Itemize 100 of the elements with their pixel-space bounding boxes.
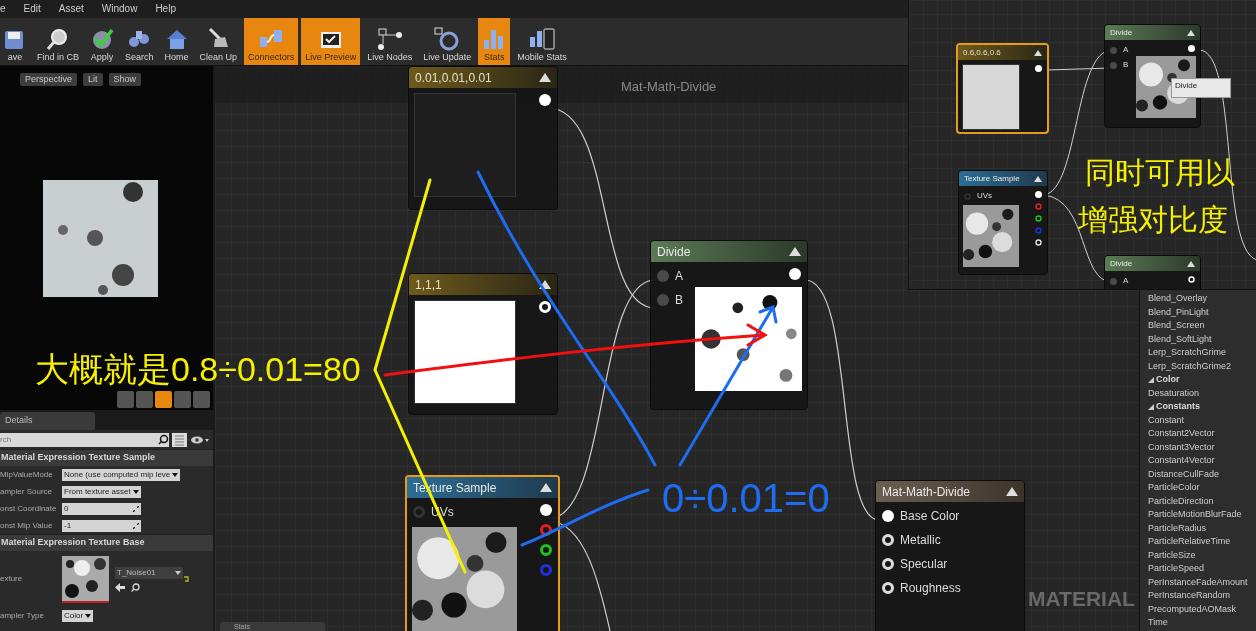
palette-item[interactable]: ParticleRadius [1148, 521, 1256, 535]
viewport-button[interactable]: Lit [83, 73, 103, 86]
input-pin-icon[interactable] [1109, 276, 1118, 286]
list-view-icon[interactable] [172, 432, 187, 447]
palette-item[interactable]: ParticleSpeed [1148, 562, 1256, 576]
property-label: ampler Type [0, 609, 45, 622]
node-header: 1,1,1 [409, 274, 557, 295]
toolbar-button[interactable]: Find in CB [33, 18, 84, 65]
material-node[interactable]: Divide A [1104, 255, 1201, 289]
palette-item[interactable]: ParticleMotionBlurFade [1148, 508, 1256, 522]
section-header: Material Expression Texture Base [0, 534, 213, 551]
output-pin-icon[interactable] [1034, 64, 1043, 73]
output-pin-icon[interactable] [538, 93, 552, 107]
collapse-arrow-icon[interactable] [789, 247, 801, 256]
input-pin-icon[interactable] [881, 509, 895, 523]
palette-item[interactable]: Constant [1148, 413, 1256, 427]
collapse-arrow-icon[interactable] [1034, 49, 1042, 56]
search-input[interactable]: rch [0, 433, 158, 446]
collapse-arrow-icon[interactable] [1187, 29, 1195, 36]
palette-item[interactable]: ParticleColor [1148, 481, 1256, 495]
details-tab[interactable]: Details [0, 412, 95, 430]
palette-item[interactable]: Time [1148, 616, 1256, 630]
input-pin-icon[interactable] [656, 293, 670, 307]
menu-item[interactable]: Edit [23, 4, 41, 14]
input-pin-icon[interactable] [1109, 60, 1118, 70]
palette-category[interactable]: Color [1148, 373, 1256, 387]
dropdown[interactable]: None (use computed mip leve [62, 468, 181, 481]
toolbar-button[interactable]: Apply [86, 18, 119, 65]
search-icon[interactable] [131, 582, 140, 592]
input-pin-icon[interactable] [1109, 45, 1118, 55]
palette-item[interactable]: ParticleRelativeTime [1148, 535, 1256, 549]
number-field[interactable]: -1 [62, 519, 141, 532]
collapse-arrow-icon[interactable] [1187, 260, 1195, 267]
palette-item[interactable]: Constant2Vector [1148, 427, 1256, 441]
palette-item[interactable]: Constant3Vector [1148, 440, 1256, 454]
input-pin-icon[interactable] [963, 191, 972, 201]
collapse-arrow-icon[interactable] [1034, 175, 1042, 182]
toolbar-button[interactable]: Live Preview [301, 18, 361, 65]
node-graph-icon [376, 27, 403, 51]
menu-item[interactable]: Asset [58, 4, 84, 14]
expand-arrow-icon [1148, 403, 1154, 410]
palette-item[interactable]: PrecomputedAOMask [1148, 602, 1256, 616]
collapse-arrow-icon[interactable] [540, 483, 552, 492]
toolbar-button[interactable]: Stats [478, 18, 511, 65]
eye-icon[interactable] [190, 434, 210, 445]
refresh-icon [434, 27, 461, 51]
handwritten-note: 0÷0.01=0 [662, 478, 830, 518]
search-field[interactable]: rch [0, 432, 169, 447]
material-node[interactable]: 0.6,0.6,0.6 [956, 43, 1049, 134]
left-arrow-icon[interactable] [115, 582, 125, 592]
input-pin-icon[interactable] [656, 269, 670, 283]
palette-item[interactable]: Lerp_ScratchGrime [1148, 346, 1256, 360]
output-pin-icon[interactable] [1187, 44, 1196, 53]
palette-item[interactable]: Blend_PinLight [1148, 305, 1256, 319]
material-node[interactable]: 1,1,1 [408, 273, 558, 415]
material-node[interactable]: Divide A B [650, 240, 808, 410]
palette-item[interactable]: Blend_Overlay [1148, 292, 1256, 306]
input-pin-icon[interactable] [412, 505, 426, 519]
toolbar-button[interactable]: Search [121, 18, 158, 65]
pin-label: A [1123, 275, 1129, 287]
palette-item[interactable]: ParticleDirection [1148, 494, 1256, 508]
property-label: onst Mip Value [0, 519, 54, 532]
menu-item[interactable]: Window [101, 4, 138, 14]
material-node[interactable]: Texture Sample UVs [958, 170, 1048, 275]
collapse-arrow-icon[interactable] [539, 280, 551, 289]
palette-category[interactable]: Constants [1148, 400, 1256, 414]
palette-item[interactable]: Lerp_ScratchGrime2 [1148, 359, 1256, 373]
toolbar-button[interactable]: Clean Up [195, 18, 242, 65]
output-pin-icon[interactable] [1034, 214, 1043, 223]
asset-dropdown[interactable]: T_Noise01 [115, 566, 183, 579]
toolbar-button[interactable]: Mobile Stats [513, 18, 571, 65]
caret-icon [172, 472, 179, 477]
material-node[interactable]: 0.01,0.01,0.01 [408, 66, 558, 210]
toolbar-button[interactable]: ave [0, 18, 30, 65]
collapse-arrow-icon[interactable] [1006, 487, 1018, 496]
menu-item[interactable]: Help [155, 4, 176, 14]
palette-item[interactable]: ParticleSize [1148, 548, 1256, 562]
palette-item[interactable]: PerInstanceRandom [1148, 589, 1256, 603]
output-pin-icon[interactable] [1034, 190, 1043, 199]
material-node[interactable]: Mat-Math-Divide Base Color Metallic Specular Roughness [875, 480, 1025, 631]
menu-item[interactable]: e [0, 4, 6, 14]
viewport-button[interactable]: Perspective [20, 73, 78, 86]
palette-item[interactable]: Blend_SoftLight [1148, 332, 1256, 346]
output-pin-icon[interactable] [539, 503, 553, 517]
palette-item[interactable]: Constant4Vector [1148, 454, 1256, 468]
output-pin-icon[interactable] [788, 267, 802, 281]
toolbar-button[interactable]: Connectors [244, 18, 299, 65]
palette-item[interactable]: Blend_Screen [1148, 319, 1256, 333]
output-pin-icon[interactable] [539, 543, 553, 557]
toolbar-button[interactable]: Live Nodes [363, 18, 417, 65]
dropdown[interactable]: From texture asset [62, 485, 141, 498]
toolbar-button[interactable]: Home [160, 18, 193, 65]
number-field[interactable]: 0 [62, 502, 141, 515]
palette-item[interactable]: Desaturation [1148, 386, 1256, 400]
dropdown[interactable]: Color [62, 609, 94, 622]
toolbar-button[interactable]: Live Update [419, 18, 476, 65]
palette-item[interactable]: PerInstanceFadeAmount [1148, 575, 1256, 589]
palette-item[interactable]: DistanceCullFade [1148, 467, 1256, 481]
viewport-button[interactable]: Show [108, 73, 142, 86]
collapse-arrow-icon[interactable] [539, 73, 551, 82]
